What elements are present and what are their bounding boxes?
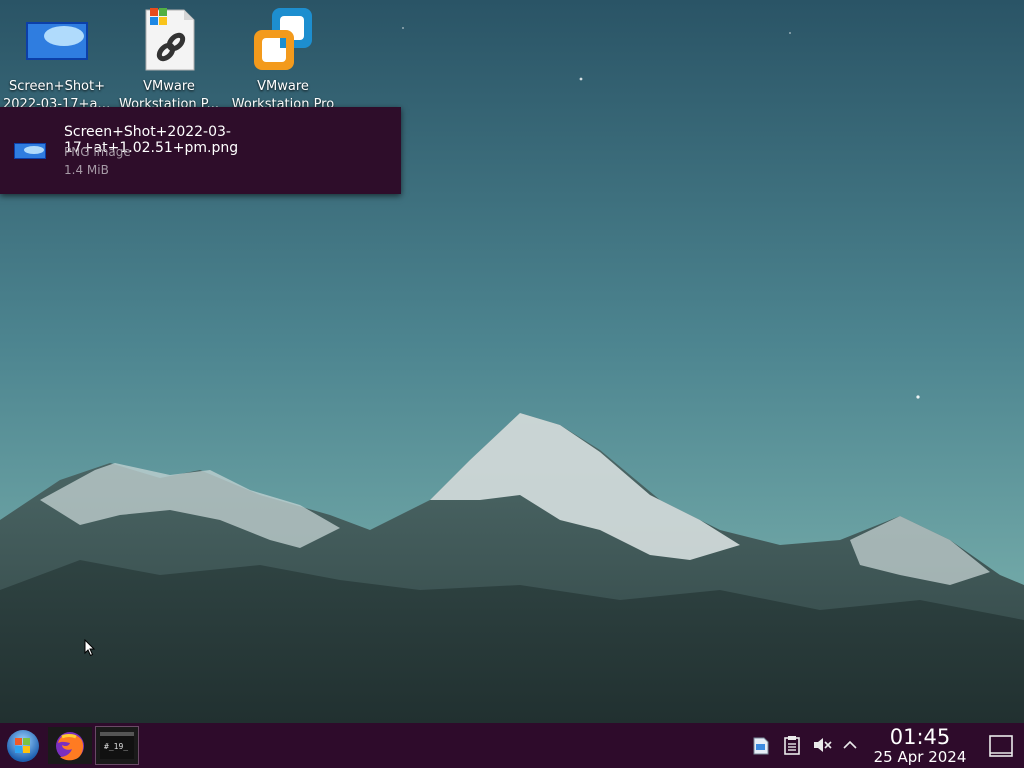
audio-muted-icon [814,738,832,752]
firefox-icon [56,732,84,761]
tray-files[interactable] [751,735,771,755]
tray-volume[interactable] [812,735,832,755]
tray-expand[interactable] [841,737,859,753]
taskbar: #_19_ 01:45 25 Apr 2024 [0,723,1024,768]
windows-shortcut-icon [136,4,202,74]
tooltip-filesize: 1.4 MiB [64,163,109,177]
svg-text:#_19_: #_19_ [104,742,128,751]
show-desktop-icon [989,735,1013,757]
file-info-tooltip: Screen+Shot+2022-03-17+at+1.02.51+pm.png… [0,107,401,194]
mouse-cursor-icon [84,639,96,657]
application-launcher-button[interactable] [4,727,42,764]
task-terminal[interactable]: #_19_ [95,726,139,765]
png-image-icon [24,4,90,74]
clock-date[interactable]: 25 Apr 2024 [862,749,978,766]
desktop-icon-screenshot[interactable]: Screen+Shot+ 2022-03-17+at... [1,4,113,114]
clock-time[interactable]: 01:45 [870,725,970,749]
desktop-icon-vmware-shortcut[interactable]: VMware Workstation P... [113,4,225,114]
vmware-icon [250,4,316,74]
tooltip-filetype: PNG image [64,145,131,159]
desktop-icon-vmware[interactable]: VMware Workstation Pro [227,4,339,114]
terminal-icon: #_19_ [100,732,134,759]
clipboard-icon [784,736,800,755]
png-thumbnail-icon [14,143,46,159]
chevron-up-icon [843,740,857,749]
application-launcher-icon [7,730,39,762]
files-icon [753,737,769,755]
task-firefox[interactable] [48,727,92,764]
show-desktop-button[interactable] [988,733,1014,759]
tray-clipboard[interactable] [782,735,802,755]
